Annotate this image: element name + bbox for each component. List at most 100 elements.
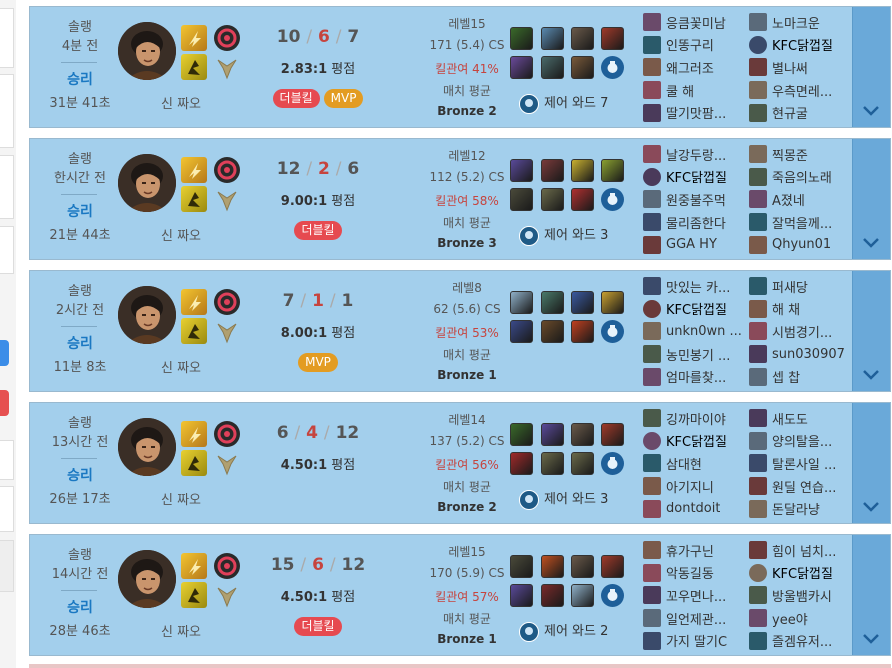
player-row[interactable]: 깅까마이야 xyxy=(643,407,749,430)
player-row[interactable]: 가지 딸기C xyxy=(643,629,749,652)
player-name[interactable]: 찍몽준 xyxy=(772,145,808,164)
player-name[interactable]: 우측면레... xyxy=(772,81,832,100)
player-name[interactable]: 엄마를찾... xyxy=(666,367,726,386)
player-name[interactable]: 잘먹을께... xyxy=(772,213,832,232)
player-row[interactable]: 양의탈을... xyxy=(749,430,855,453)
player-name[interactable]: 농민봉기 ... xyxy=(666,345,730,364)
match-card[interactable]: 솔랭 4분 전 승리 31분 41초 신 짜오 10 / 6 / 7 2.83:… xyxy=(29,6,891,128)
expand-match-button[interactable] xyxy=(852,139,890,259)
item-icon[interactable] xyxy=(510,159,533,182)
player-name[interactable]: 삼대현 xyxy=(666,454,702,473)
player-row[interactable]: 꼬우면나... xyxy=(643,584,749,607)
player-name[interactable]: 셉 찹 xyxy=(772,367,800,386)
player-name[interactable]: 응큼꽃미남 xyxy=(666,13,726,32)
player-name[interactable]: 악동길동 xyxy=(666,563,714,582)
player-name[interactable]: yee야 xyxy=(772,609,808,628)
player-name[interactable]: 쿨 해 xyxy=(666,81,694,100)
item-icon[interactable] xyxy=(571,188,594,211)
player-name[interactable]: 양의탈을... xyxy=(772,431,832,450)
expand-match-button[interactable] xyxy=(852,7,890,127)
item-icon[interactable] xyxy=(601,555,624,578)
player-row[interactable]: 현규굴 xyxy=(749,101,855,124)
player-name[interactable]: 퍼새당 xyxy=(772,277,808,296)
player-row[interactable]: KFC닭껍질 xyxy=(643,298,749,321)
player-row[interactable]: 죽음의노래 xyxy=(749,166,855,189)
player-name[interactable]: dontdoit xyxy=(666,501,720,516)
match-card[interactable]: 솔랭 13시간 전 승리 26분 17초 신 짜오 6 / 4 / 12 4.5… xyxy=(29,402,891,524)
match-card[interactable]: 솔랭 한시간 전 승리 21분 44초 신 짜오 12 / 2 / 6 9.00… xyxy=(29,138,891,260)
player-row[interactable]: 맛있는 카... xyxy=(643,275,749,298)
item-icon[interactable] xyxy=(541,423,564,446)
item-icon[interactable] xyxy=(510,452,533,475)
player-row[interactable]: 돈달라냥 xyxy=(749,497,855,520)
champion-portrait-icon[interactable] xyxy=(118,154,176,212)
player-name[interactable]: 맛있는 카... xyxy=(666,277,730,296)
player-row[interactable]: unkn0wn ... xyxy=(643,320,749,343)
player-name[interactable]: 노마크운 xyxy=(772,13,820,32)
player-name[interactable]: 딸기맛팜... xyxy=(666,103,726,122)
trinket-icon[interactable] xyxy=(601,452,624,475)
player-name[interactable]: GGA HY xyxy=(666,237,717,252)
player-name[interactable]: 돈달라냥 xyxy=(772,499,820,518)
player-row[interactable]: KFC닭껍질 xyxy=(643,166,749,189)
player-name[interactable]: 죽음의노래 xyxy=(772,167,832,186)
player-name[interactable]: 힘이 넘치... xyxy=(772,541,836,560)
player-row[interactable]: 즐겜유저... xyxy=(749,629,855,652)
item-icon[interactable] xyxy=(510,291,533,314)
player-row[interactable]: 쿨 해 xyxy=(643,79,749,102)
expand-match-button[interactable] xyxy=(852,403,890,523)
item-icon[interactable] xyxy=(601,159,624,182)
trinket-icon[interactable] xyxy=(601,188,624,211)
player-row[interactable]: 왜그러조 xyxy=(643,56,749,79)
player-row[interactable]: 셉 찹 xyxy=(749,365,855,388)
player-row[interactable]: 인똥구리 xyxy=(643,34,749,57)
item-icon[interactable] xyxy=(541,188,564,211)
player-name[interactable]: 시범경기... xyxy=(772,322,832,341)
player-name[interactable]: KFC닭껍질 xyxy=(772,563,833,582)
item-icon[interactable] xyxy=(571,584,594,607)
item-icon[interactable] xyxy=(571,555,594,578)
player-row[interactable]: 응큼꽃미남 xyxy=(643,11,749,34)
player-name[interactable]: 깅까마이야 xyxy=(666,409,726,428)
champion-portrait-icon[interactable] xyxy=(118,418,176,476)
item-icon[interactable] xyxy=(510,320,533,343)
champion-portrait-icon[interactable] xyxy=(118,22,176,80)
player-name[interactable]: 휴가구닌 xyxy=(666,541,714,560)
player-name[interactable]: 원중불주먹 xyxy=(666,190,726,209)
trinket-icon[interactable] xyxy=(601,56,624,79)
player-name[interactable]: 새도도 xyxy=(772,409,808,428)
item-icon[interactable] xyxy=(510,423,533,446)
sidebar-select[interactable] xyxy=(0,486,14,532)
sidebar-blue-button[interactable] xyxy=(0,340,9,366)
player-row[interactable]: dontdoit xyxy=(643,497,749,520)
player-row[interactable]: Qhyun01 xyxy=(749,233,855,256)
player-row[interactable]: 잘먹을께... xyxy=(749,211,855,234)
sidebar-red-button[interactable] xyxy=(0,390,9,416)
item-icon[interactable] xyxy=(510,555,533,578)
item-icon[interactable] xyxy=(510,584,533,607)
player-name[interactable]: 꼬우면나... xyxy=(666,586,726,605)
player-name[interactable]: 별나써 xyxy=(772,58,808,77)
item-icon[interactable] xyxy=(571,291,594,314)
player-name[interactable]: KFC닭껍질 xyxy=(772,35,833,54)
player-row[interactable]: 새도도 xyxy=(749,407,855,430)
item-icon[interactable] xyxy=(571,27,594,50)
player-row[interactable]: KFC닭껍질 xyxy=(749,562,855,585)
item-icon[interactable] xyxy=(571,423,594,446)
player-name[interactable]: A졌네 xyxy=(772,190,805,209)
player-row[interactable]: 퍼새당 xyxy=(749,275,855,298)
player-row[interactable]: 노마크운 xyxy=(749,11,855,34)
match-card[interactable]: 솔랭 14시간 전 승리 28분 46초 신 짜오 15 / 6 / 12 4.… xyxy=(29,534,891,656)
player-name[interactable]: 날강두랑... xyxy=(666,145,726,164)
player-row[interactable]: 탈론사일 ... xyxy=(749,452,855,475)
player-row[interactable]: 딸기맛팜... xyxy=(643,101,749,124)
match-card[interactable]: 솔랭 2시간 전 승리 11분 8초 신 짜오 7 / 1 / 1 8.00:1… xyxy=(29,270,891,392)
item-icon[interactable] xyxy=(510,188,533,211)
player-row[interactable]: 일언제관... xyxy=(643,607,749,630)
player-name[interactable]: 즐겜유저... xyxy=(772,631,832,650)
player-row[interactable]: KFC닭껍질 xyxy=(749,34,855,57)
player-name[interactable]: Qhyun01 xyxy=(772,237,831,252)
item-icon[interactable] xyxy=(571,320,594,343)
player-name[interactable]: 왜그러조 xyxy=(666,58,714,77)
item-icon[interactable] xyxy=(541,27,564,50)
